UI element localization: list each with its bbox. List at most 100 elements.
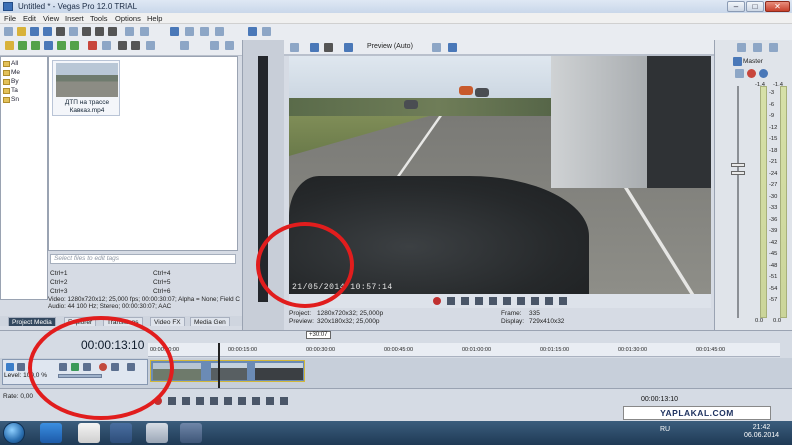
prev-frame-icon[interactable] [545, 297, 553, 305]
capture-icon[interactable] [18, 41, 27, 50]
external-monitor-icon[interactable] [310, 43, 319, 52]
timeline-ruler[interactable]: 00:00:00:00 00:00:15:00 00:00:30:00 00:0… [148, 343, 780, 357]
snap-icon[interactable] [248, 27, 257, 36]
play-icon[interactable] [196, 397, 204, 405]
web-media-icon[interactable] [44, 41, 53, 50]
pause-icon[interactable] [210, 397, 218, 405]
menu-insert[interactable]: Insert [65, 14, 84, 23]
master-fader[interactable] [731, 163, 745, 167]
redo-icon[interactable] [140, 27, 149, 36]
edit-tool-icon[interactable] [170, 27, 179, 36]
open-icon[interactable] [17, 27, 26, 36]
yandex-browser-icon[interactable] [78, 423, 100, 443]
copy-snapshot-icon[interactable] [448, 43, 457, 52]
tab-video-fx[interactable]: Video FX [150, 317, 185, 326]
master-fx-icon[interactable] [747, 69, 756, 78]
split-screen-icon[interactable] [324, 43, 333, 52]
paste-icon[interactable] [108, 27, 117, 36]
menu-view[interactable]: View [43, 14, 59, 23]
internet-explorer-icon[interactable] [40, 423, 62, 443]
tree-item-by-type[interactable]: By [11, 78, 19, 85]
go-to-end-icon[interactable] [252, 397, 260, 405]
mute-icon[interactable] [759, 69, 768, 78]
record-icon[interactable] [433, 297, 441, 305]
next-frame-icon[interactable] [559, 297, 567, 305]
stop-media-icon[interactable] [131, 41, 140, 50]
track-expand-icon[interactable] [17, 363, 25, 371]
views-icon[interactable] [180, 41, 189, 50]
tree-item-tags[interactable]: Ta [11, 87, 18, 94]
play-media-icon[interactable] [118, 41, 127, 50]
start-button[interactable] [3, 422, 25, 444]
automation-icon[interactable] [735, 69, 744, 78]
bus-properties-icon[interactable] [737, 43, 746, 52]
zoom-tool-icon[interactable] [215, 27, 224, 36]
properties-icon[interactable] [69, 27, 78, 36]
language-indicator[interactable]: RU [660, 426, 670, 433]
save-as-icon[interactable] [43, 27, 52, 36]
envelope-tool-icon[interactable] [185, 27, 194, 36]
go-to-end-icon[interactable] [531, 297, 539, 305]
render-icon[interactable] [56, 27, 65, 36]
copy-icon[interactable] [95, 27, 104, 36]
menu-options[interactable]: Options [115, 14, 141, 23]
get-media-icon[interactable] [31, 41, 40, 50]
media-properties-icon[interactable] [102, 41, 111, 50]
close-pane-icon[interactable] [225, 41, 234, 50]
maximize-button[interactable]: □ [746, 1, 764, 12]
playhead-cursor[interactable] [218, 343, 220, 388]
loop-playback-icon[interactable] [168, 397, 176, 405]
bus-mute-icon[interactable] [769, 43, 778, 52]
menu-tools[interactable]: Tools [90, 14, 108, 23]
media-player-icon[interactable] [110, 423, 132, 443]
menu-file[interactable]: File [4, 14, 16, 23]
preview-properties-icon[interactable] [290, 43, 299, 52]
media-tags-icon[interactable] [210, 41, 219, 50]
save-icon[interactable] [30, 27, 39, 36]
menu-help[interactable]: Help [147, 14, 162, 23]
stop-icon[interactable] [503, 297, 511, 305]
meter-bottom-left: 0.0 [755, 318, 764, 324]
selection-tool-icon[interactable] [200, 27, 209, 36]
cut-icon[interactable] [82, 27, 91, 36]
play-from-start-icon[interactable] [461, 297, 469, 305]
play-icon[interactable] [475, 297, 483, 305]
vegas-pro-taskbar-icon[interactable] [180, 423, 202, 443]
next-frame-icon[interactable] [280, 397, 288, 405]
new-icon[interactable] [4, 27, 13, 36]
tree-item-smart-bins[interactable]: Sn [11, 96, 19, 103]
stop-icon[interactable] [224, 397, 232, 405]
auto-preview-icon[interactable] [146, 41, 155, 50]
tags-input[interactable]: Select files to edit tags [50, 254, 236, 264]
go-to-start-icon[interactable] [238, 397, 246, 405]
play-from-start-icon[interactable] [182, 397, 190, 405]
go-to-start-icon[interactable] [517, 297, 525, 305]
media-thumbnail[interactable]: ДТП на трассе Кавказ.mp4 [52, 60, 120, 116]
system-clock[interactable]: 21:42 06.06.2014 [744, 424, 779, 440]
media-fx-icon[interactable] [70, 41, 79, 50]
video-fx-icon[interactable] [344, 43, 353, 52]
remove-media-icon[interactable] [88, 41, 97, 50]
close-button[interactable]: ✕ [765, 1, 790, 12]
tab-project-media[interactable]: Project Media [8, 317, 56, 326]
preview-quality-select[interactable]: Preview (Auto) [367, 43, 413, 50]
import-media-icon[interactable] [5, 41, 14, 50]
pause-icon[interactable] [489, 297, 497, 305]
refresh-icon[interactable] [57, 41, 66, 50]
menu-edit[interactable]: Edit [23, 14, 36, 23]
minimize-button[interactable]: – [727, 1, 745, 12]
overlays-icon[interactable] [432, 43, 441, 52]
bus-fx-icon[interactable] [753, 43, 762, 52]
preview-value: 320x180x32; 25,000p [317, 318, 380, 325]
meter-scale-label: -18 [769, 147, 778, 154]
calculator-icon[interactable] [146, 423, 168, 443]
master-fader[interactable] [731, 171, 745, 175]
prev-frame-icon[interactable] [266, 397, 274, 405]
tree-item-media[interactable]: Me [11, 69, 20, 76]
loop-icon[interactable] [447, 297, 455, 305]
tab-media-generators[interactable]: Media Gen [190, 317, 230, 326]
meter-scale-label: -27 [769, 182, 778, 188]
tree-item-all[interactable]: All [11, 60, 18, 67]
auto-ripple-icon[interactable] [262, 27, 271, 36]
undo-icon[interactable] [125, 27, 134, 36]
